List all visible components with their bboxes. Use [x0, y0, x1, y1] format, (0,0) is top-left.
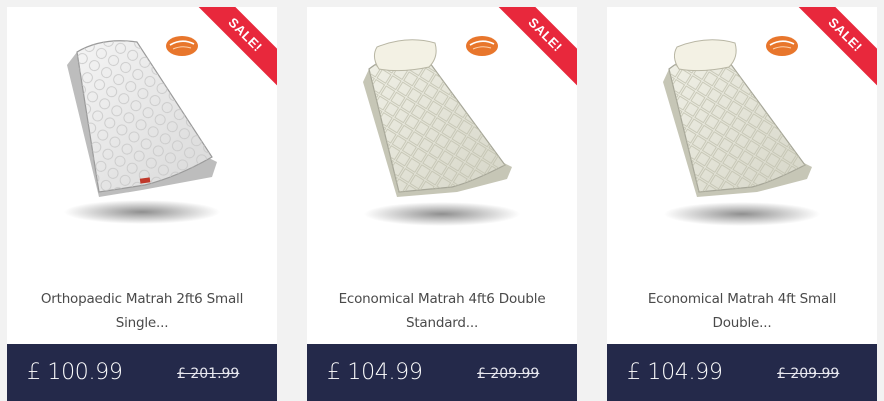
- product-card[interactable]: SALE! Economical Matrah 4ft Small Double…: [607, 7, 877, 401]
- product-title[interactable]: Economical Matrah 4ft Small Double...: [607, 287, 877, 335]
- product-title-line[interactable]: Double...: [607, 311, 877, 335]
- sale-ribbon-label: SALE!: [497, 7, 577, 87]
- product-card[interactable]: SALE! Orthopaedic Matrah 2ft6 Small Sing…: [7, 7, 277, 401]
- old-price: £ 209.99: [477, 366, 540, 382]
- product-title-line[interactable]: Orthopaedic Matrah 2ft6 Small: [7, 287, 277, 311]
- brand-logo-icon: [466, 36, 498, 56]
- old-price: £ 201.99: [177, 366, 240, 382]
- price-bar: £ 104.99 £ 209.99: [607, 344, 877, 401]
- sale-ribbon-label: SALE!: [197, 7, 277, 87]
- sale-ribbon: SALE!: [197, 7, 277, 87]
- price-bar: £ 100.99 £ 201.99: [7, 344, 277, 401]
- brand-logo-icon: [166, 36, 198, 56]
- product-title-line[interactable]: Economical Matrah 4ft6 Double: [307, 287, 577, 311]
- product-title-line[interactable]: Standard...: [307, 311, 577, 335]
- product-title-line[interactable]: Single...: [7, 311, 277, 335]
- product-title-line[interactable]: Economical Matrah 4ft Small: [607, 287, 877, 311]
- current-price: £ 104.99: [627, 360, 723, 385]
- old-price: £ 209.99: [777, 366, 840, 382]
- price-bar: £ 104.99 £ 209.99: [307, 344, 577, 401]
- sale-ribbon-label: SALE!: [797, 7, 877, 87]
- product-grid: SALE! Orthopaedic Matrah 2ft6 Small Sing…: [0, 0, 884, 401]
- current-price: £ 104.99: [327, 360, 423, 385]
- product-title[interactable]: Orthopaedic Matrah 2ft6 Small Single...: [7, 287, 277, 335]
- current-price: £ 100.99: [27, 360, 123, 385]
- sale-ribbon: SALE!: [797, 7, 877, 87]
- brand-logo-icon: [766, 36, 798, 56]
- sale-ribbon: SALE!: [497, 7, 577, 87]
- product-title[interactable]: Economical Matrah 4ft6 Double Standard..…: [307, 287, 577, 335]
- product-card[interactable]: SALE! Economical Matrah 4ft6 Double Stan…: [307, 7, 577, 401]
